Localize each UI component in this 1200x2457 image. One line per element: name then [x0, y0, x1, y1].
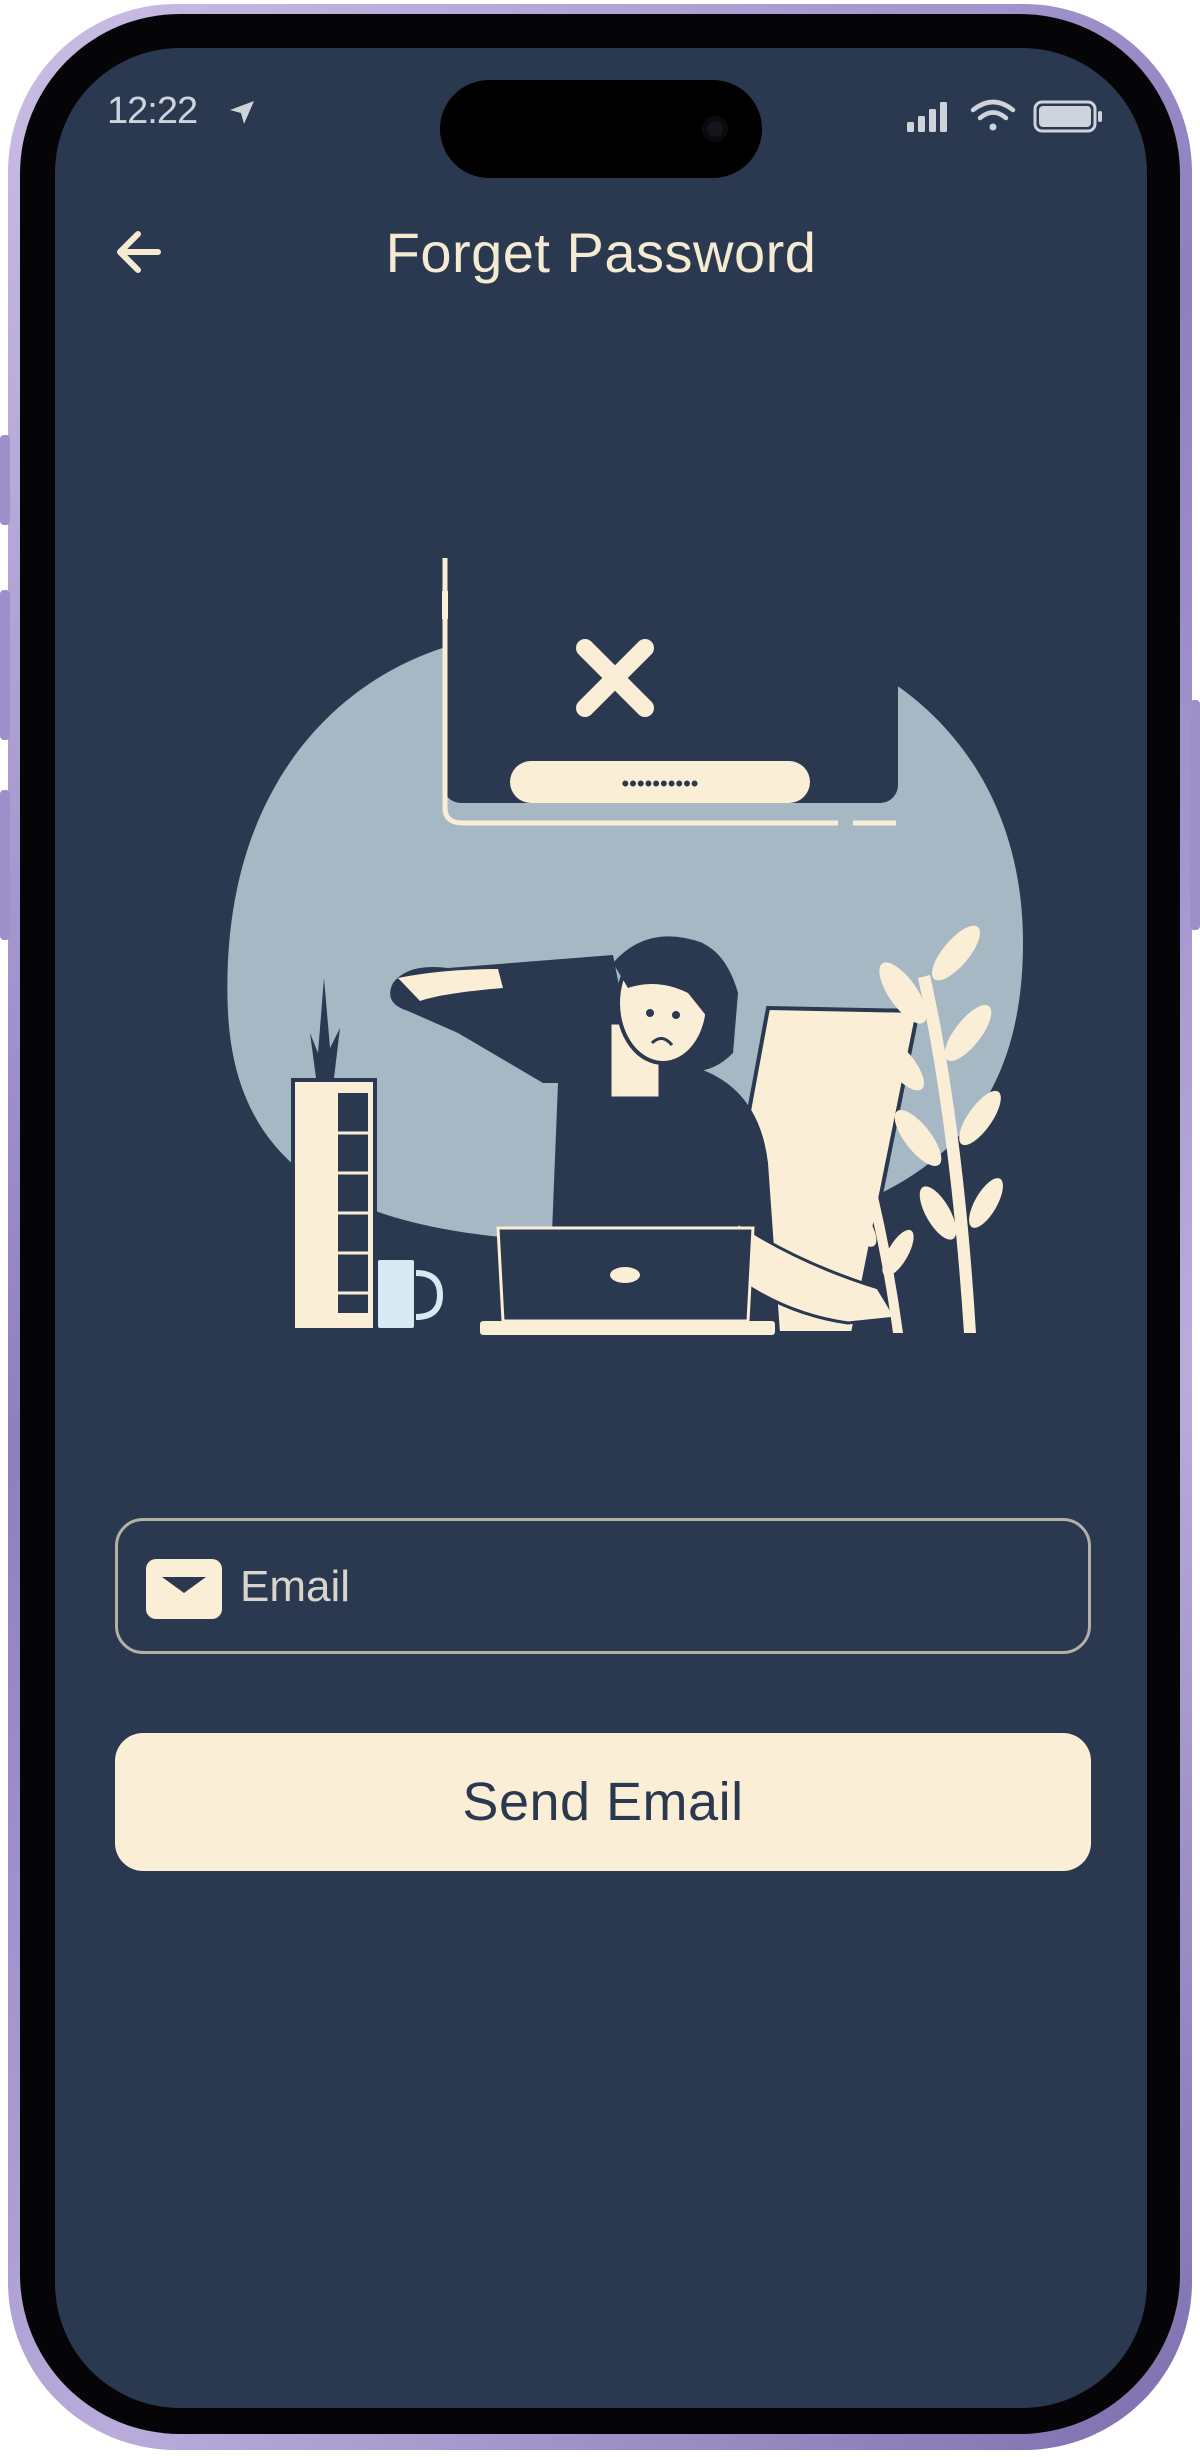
volume-down-button [0, 790, 10, 940]
status-time: 12:22 [107, 90, 198, 132]
email-input[interactable] [238, 1521, 1062, 1653]
dynamic-island [440, 80, 762, 178]
forgot-password-illustration: •••••••••• [227, 523, 1024, 1335]
email-field[interactable] [115, 1518, 1091, 1654]
coffee-mug [374, 1256, 444, 1332]
page-title: Forget Password [385, 221, 817, 284]
send-email-button[interactable]: Send Email [115, 1733, 1091, 1871]
camera-icon [702, 116, 728, 142]
laptop [480, 1226, 775, 1335]
cellular-signal-icon [907, 102, 947, 132]
action-button [0, 435, 10, 525]
app-screen: 12:22 Forget Password •••••••••• Email S… [55, 48, 1147, 2408]
wifi-icon [970, 99, 1016, 131]
power-button [1190, 700, 1200, 930]
location-arrow-icon [230, 101, 254, 124]
battery-icon [1033, 100, 1102, 133]
volume-up-button [0, 590, 10, 740]
envelope-icon [146, 1559, 222, 1619]
bookshelf [291, 1078, 377, 1332]
password-mask-text: •••••••••• [621, 771, 698, 796]
status-icons [907, 99, 1102, 133]
